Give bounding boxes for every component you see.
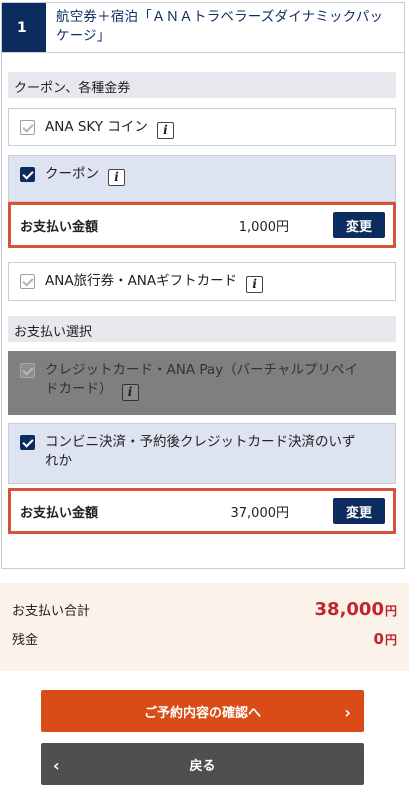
option-label-ana-sky-coin: ANA SKY コイン bbox=[45, 119, 148, 135]
option-label-credit-card: クレジットカード・ANA Pay（バーチャルプリペイドカード） bbox=[45, 362, 359, 397]
info-icon[interactable]: i bbox=[108, 169, 125, 186]
checkbox-credit-card-ana-pay bbox=[20, 363, 35, 378]
payment-summary: お支払い合計 38,000円 残金 0円 bbox=[0, 583, 409, 671]
coupon-change-button[interactable]: 変更 bbox=[333, 212, 385, 238]
coupon-payment-amount: 1,000円 bbox=[238, 219, 289, 235]
coupon-payment-row: お支払い金額 1,000円 変更 bbox=[8, 202, 396, 248]
option-label-convenience-store: コンビニ決済・予約後クレジットカード決済のいずれか bbox=[45, 434, 356, 469]
info-icon[interactable]: i bbox=[156, 122, 174, 139]
payment-amount-value: 37,000円 bbox=[230, 505, 290, 521]
back-label: 戻る bbox=[189, 758, 216, 774]
checkbox-ana-sky-coin[interactable] bbox=[20, 120, 35, 135]
info-icon: i bbox=[121, 384, 139, 401]
option-ana-sky-coin[interactable]: ANA SKY コイン i bbox=[8, 108, 396, 146]
info-icon[interactable]: i bbox=[246, 276, 264, 293]
option-label-ana-travel-voucher: ANA旅行券・ANAギフトカード bbox=[45, 273, 238, 289]
balance-label: 残金 bbox=[12, 633, 39, 648]
back-button[interactable]: ‹ 戻る bbox=[41, 743, 364, 785]
coupon-payment-label: お支払い金額 bbox=[20, 219, 99, 235]
balance-value: 0円 bbox=[373, 630, 397, 648]
total-value: 38,000円 bbox=[314, 599, 397, 620]
step-number: 1 bbox=[2, 3, 46, 52]
confirm-reservation-label: ご予約内容の確認へ bbox=[143, 705, 261, 721]
option-ana-travel-voucher[interactable]: ANA旅行券・ANAギフトカード i bbox=[8, 262, 396, 301]
option-coupon[interactable]: クーポン i bbox=[8, 155, 396, 202]
chevron-left-icon: ‹ bbox=[53, 756, 60, 775]
step-title: 航空券＋宿泊「ＡＮＡトラベラーズダイナミックパッケージ」 bbox=[56, 9, 384, 44]
checkbox-ana-travel-voucher[interactable] bbox=[20, 274, 35, 289]
checkbox-coupon[interactable] bbox=[20, 167, 35, 182]
step-header: 1 航空券＋宿泊「ＡＮＡトラベラーズダイナミックパッケージ」 bbox=[2, 3, 404, 53]
total-row: お支払い合計 38,000円 bbox=[12, 599, 397, 629]
payment-amount-row: お支払い金額 37,000円 変更 bbox=[8, 488, 396, 534]
option-credit-card-ana-pay: クレジットカード・ANA Pay（バーチャルプリペイドカード） i bbox=[8, 351, 396, 415]
confirm-reservation-button[interactable]: ご予約内容の確認へ › bbox=[41, 690, 364, 732]
total-label: お支払い合計 bbox=[12, 604, 91, 619]
option-convenience-store[interactable]: コンビニ決済・予約後クレジットカード決済のいずれか bbox=[8, 423, 396, 484]
balance-row: 残金 0円 bbox=[12, 629, 397, 659]
chevron-right-icon: › bbox=[344, 703, 351, 722]
coupons-section-header: クーポン、各種金券 bbox=[8, 72, 396, 98]
payment-section-header: お支払い選択 bbox=[8, 316, 396, 342]
option-label-coupon: クーポン bbox=[45, 166, 99, 182]
payment-change-button[interactable]: 変更 bbox=[333, 498, 385, 524]
payment-amount-label: お支払い金額 bbox=[20, 505, 99, 521]
checkbox-convenience-store[interactable] bbox=[20, 435, 35, 450]
